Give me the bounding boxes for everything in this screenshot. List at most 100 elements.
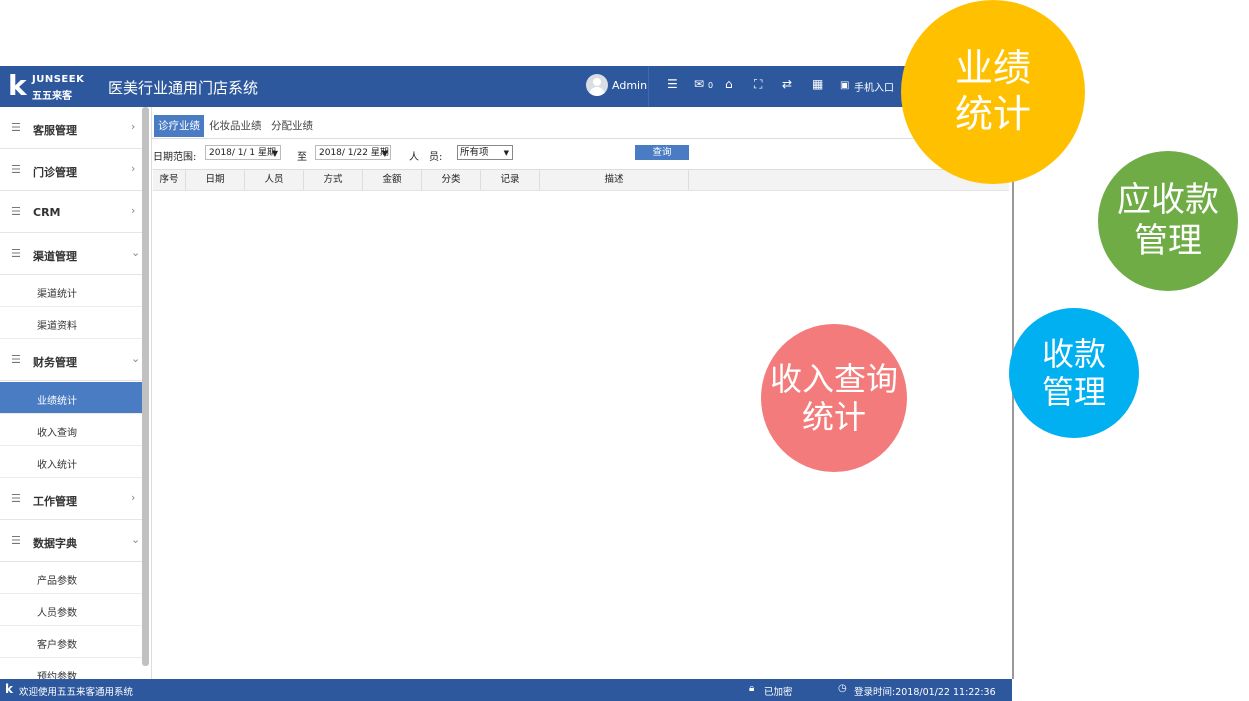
bubble-performance-stats: 业绩 统计 xyxy=(901,0,1085,184)
sidebar-item-channel[interactable]: ☰ 渠道管理 ⌄ xyxy=(0,233,142,275)
top-bar: k JUNSEEK 五五来客 医美行业通用门店系统 Admin ☰ ✉ 0 ⌂ … xyxy=(0,66,1012,107)
qrcode-icon[interactable]: ▣ xyxy=(840,79,849,93)
menu-icon[interactable]: ☰ xyxy=(667,77,678,91)
bubble-line: 统计 xyxy=(954,92,1031,136)
list-icon: ☰ xyxy=(11,163,21,176)
sidebar-item-label: 数据字典 xyxy=(33,537,77,550)
bubble-line: 管理 xyxy=(1134,221,1202,261)
query-button[interactable]: 查询 xyxy=(635,145,689,160)
list-icon: ☰ xyxy=(11,492,21,505)
column-header[interactable]: 金额 xyxy=(363,170,422,190)
sidebar-subitem-income-query[interactable]: 收入查询 xyxy=(0,414,142,446)
person-label: 人 员: xyxy=(409,152,443,163)
chevron-down-icon: ⌄ xyxy=(131,246,141,259)
column-header[interactable]: 分类 xyxy=(422,170,481,190)
mail-icon[interactable]: ✉ xyxy=(694,77,704,91)
chevron-right-icon: › xyxy=(131,491,136,504)
sidebar-item-customer-service[interactable]: ☰ 客服管理 › xyxy=(0,107,142,149)
tab-allocated-performance[interactable]: 分配业绩 xyxy=(267,115,317,137)
column-header[interactable]: 描述 xyxy=(540,170,689,190)
sidebar-item-dictionary[interactable]: ☰ 数据字典 ⌄ xyxy=(0,520,142,562)
column-header[interactable]: 方式 xyxy=(304,170,363,190)
sidebar: ☰ 客服管理 › ☰ 门诊管理 › ☰ CRM › ☰ 渠道管理 ⌄ 渠道统计 … xyxy=(0,107,150,679)
sidebar-subitem-income-stats[interactable]: 收入统计 xyxy=(0,446,142,478)
user-name[interactable]: Admin xyxy=(612,79,647,92)
chevron-right-icon: › xyxy=(131,120,136,133)
column-header[interactable]: 序号 xyxy=(153,170,186,190)
start-date-value: 2018/ 1/ 1 星期 xyxy=(209,148,277,158)
dropdown-arrow-icon: ▼ xyxy=(503,149,509,157)
fullscreen-icon[interactable]: ⛶ xyxy=(754,77,762,91)
sidebar-subitem-label: 渠道统计 xyxy=(37,289,77,300)
sidebar-item-label: CRM xyxy=(33,206,61,219)
column-header[interactable]: 日期 xyxy=(186,170,245,190)
sidebar-item-clinic[interactable]: ☰ 门诊管理 › xyxy=(0,149,142,191)
sidebar-subitem-label: 收入查询 xyxy=(37,428,77,439)
list-icon: ☰ xyxy=(11,205,21,218)
mail-count: 0 xyxy=(708,81,714,90)
column-header[interactable]: 人员 xyxy=(245,170,304,190)
sidebar-item-label: 财务管理 xyxy=(33,356,77,369)
dropdown-arrow-icon: ▼ xyxy=(271,149,278,158)
sidebar-subitem-product-params[interactable]: 产品参数 xyxy=(0,562,142,594)
encrypted-status: 已加密 xyxy=(764,687,793,698)
end-date-picker[interactable]: 2018/ 1/22 星期 ▼ xyxy=(315,145,391,160)
logo-icon: k xyxy=(5,682,13,696)
sidebar-subitem-channel-info[interactable]: 渠道资料 xyxy=(0,307,142,339)
status-bar: k 欢迎使用五五来客通用系统 🔒︎ 已加密 ◷ 登录时间:2018/01/22 … xyxy=(0,679,1012,701)
chevron-down-icon: ⌄ xyxy=(131,352,141,365)
clock-icon: ◷ xyxy=(838,683,847,694)
tab-treatment-performance[interactable]: 诊疗业绩 xyxy=(154,115,204,137)
sidebar-subitem-customer-params[interactable]: 客户参数 xyxy=(0,626,142,658)
list-icon: ☰ xyxy=(11,534,21,547)
mobile-entry-link[interactable]: 手机入口 xyxy=(854,79,894,94)
chevron-right-icon: › xyxy=(131,204,136,217)
sidebar-subitem-label: 预约参数 xyxy=(37,672,77,679)
to-label: 至 xyxy=(297,152,307,163)
divider xyxy=(648,66,649,107)
list-icon: ☰ xyxy=(11,121,21,134)
bubble-line: 收款 xyxy=(1041,334,1106,373)
person-select[interactable]: 所有项 ▼ xyxy=(457,145,513,160)
sidebar-subitem-performance[interactable]: 业绩统计 xyxy=(0,382,142,414)
bubble-receivables: 应收款 管理 xyxy=(1098,151,1238,291)
bubble-line: 业绩 xyxy=(954,46,1031,91)
avatar[interactable] xyxy=(586,74,608,96)
refresh-icon[interactable]: ⇄ xyxy=(782,77,792,91)
sidebar-subitem-label: 业绩统计 xyxy=(37,396,77,407)
sidebar-subitem-label: 客户参数 xyxy=(37,640,77,651)
sidebar-subitem-booking-params[interactable]: 预约参数 xyxy=(0,658,142,679)
welcome-text: 欢迎使用五五来客通用系统 xyxy=(19,687,134,698)
person-select-value: 所有项 xyxy=(460,147,489,158)
column-header[interactable]: 记录 xyxy=(481,170,540,190)
home-icon[interactable]: ⌂ xyxy=(725,77,733,91)
sidebar-item-work[interactable]: ☰ 工作管理 › xyxy=(0,478,142,520)
tab-cosmetics-performance[interactable]: 化妆品业绩 xyxy=(205,115,266,137)
sidebar-item-label: 工作管理 xyxy=(33,495,77,508)
bubble-line: 收入查询 xyxy=(769,359,898,398)
sidebar-subitem-label: 收入统计 xyxy=(37,460,77,471)
end-date-value: 2018/ 1/22 星期 xyxy=(319,148,389,158)
sidebar-item-label: 客服管理 xyxy=(33,124,77,137)
list-icon: ☰ xyxy=(11,353,21,366)
sidebar-item-finance[interactable]: ☰ 财务管理 ⌄ xyxy=(0,339,142,381)
list-icon: ☰ xyxy=(11,247,21,260)
sidebar-item-label: 渠道管理 xyxy=(33,250,77,263)
lock-icon: 🔒︎ xyxy=(749,683,755,694)
start-date-picker[interactable]: 2018/ 1/ 1 星期 ▼ xyxy=(205,145,281,160)
divider xyxy=(152,138,1012,139)
sidebar-item-label: 门诊管理 xyxy=(33,166,77,179)
sidebar-subitem-staff-params[interactable]: 人员参数 xyxy=(0,594,142,626)
date-range-label: 日期范围: xyxy=(153,152,197,163)
chevron-right-icon: › xyxy=(131,162,136,175)
sidebar-subitem-label: 人员参数 xyxy=(37,608,77,619)
app-title: 医美行业通用门店系统 xyxy=(108,79,259,97)
logo-brand: JUNSEEK xyxy=(32,74,85,85)
sidebar-item-crm[interactable]: ☰ CRM › xyxy=(0,191,142,233)
logo-cn: 五五来客 xyxy=(32,91,72,102)
bubble-line: 应收款 xyxy=(1117,180,1219,221)
calculator-icon[interactable]: ▦ xyxy=(812,77,823,91)
sidebar-scrollbar[interactable] xyxy=(142,107,149,666)
bubble-income-query: 收入查询 统计 xyxy=(761,324,907,472)
sidebar-subitem-channel-stats[interactable]: 渠道统计 xyxy=(0,275,142,307)
